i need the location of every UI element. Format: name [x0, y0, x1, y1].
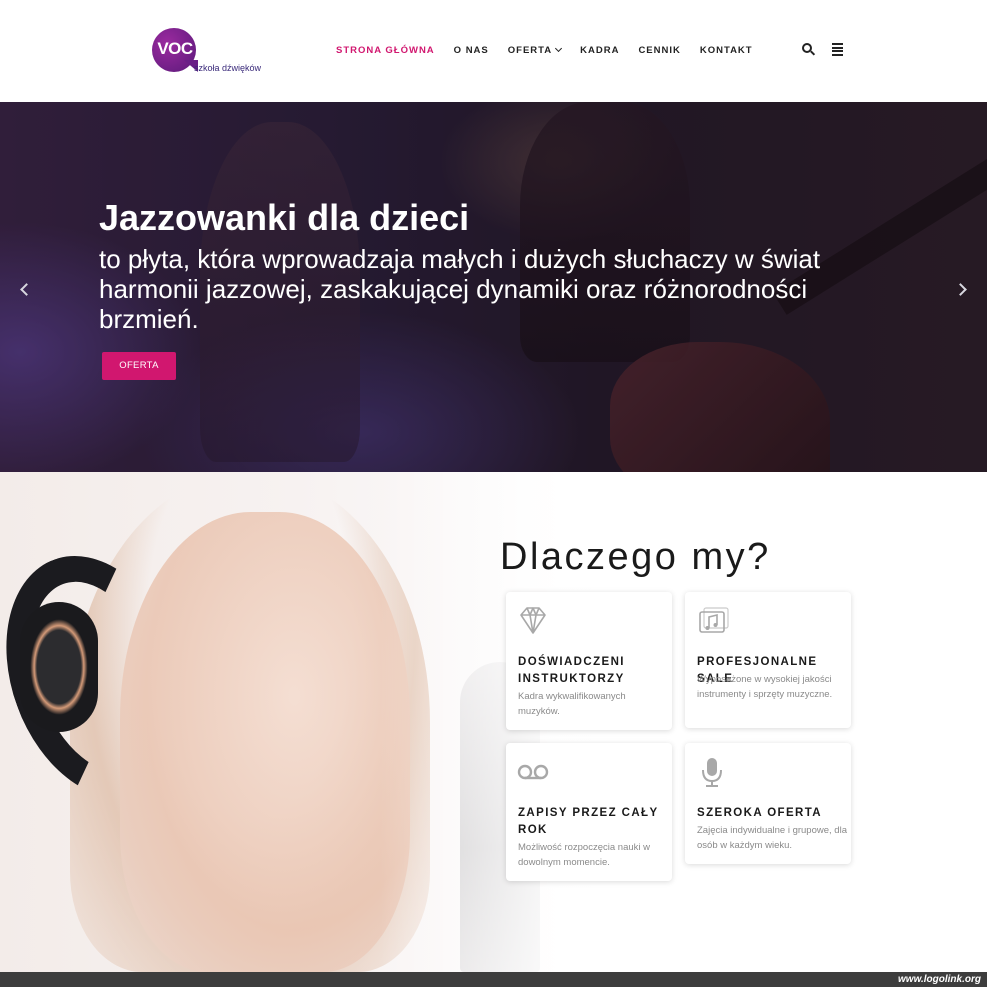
watermark: www.logolink.org — [898, 974, 981, 985]
music-library-icon — [699, 607, 729, 633]
hero-offer-button[interactable]: OFERTA — [102, 352, 176, 380]
headphones-earcup — [20, 602, 98, 732]
card-title: SZEROKA OFERTA — [697, 807, 823, 819]
menu-icon[interactable] — [832, 43, 846, 57]
hero-slider: Jazzowanki dla dzieci to płyta, która wp… — [0, 102, 987, 472]
nav-item-pricing[interactable]: CENNIK — [638, 45, 680, 56]
search-icon[interactable] — [802, 43, 816, 57]
card-text: Zajęcia indywidualne i grupowe, dla osób… — [697, 825, 847, 851]
feature-card-enrollment: ZAPISY PRZEZ CAŁY ROK Możliwość rozpoczę… — [506, 743, 672, 881]
nav-item-offer[interactable]: OFERTA — [507, 44, 563, 56]
why-us-section: Dlaczego my? DOŚWIADCZENI INSTRUKTORZY K… — [0, 472, 987, 972]
card-title: DOŚWIADCZENI INSTRUKTORZY — [518, 656, 625, 685]
logo-mark: VOC — [157, 39, 193, 58]
feature-card-rooms: PROFESJONALNE SALE Wyposażone w wysokiej… — [685, 592, 851, 728]
card-text: Kadra wykwalifikowanych muzyków. — [518, 691, 626, 717]
main-nav: STRONA GŁÓWNA O NAS OFERTA KADRA CENNIK … — [336, 44, 772, 56]
logo[interactable]: VOC szkoła dźwięków — [150, 26, 270, 76]
logo-tagline: szkoła dźwięków — [194, 63, 262, 73]
feature-card-offer: SZEROKA OFERTA Zajęcia indywidualne i gr… — [685, 743, 851, 864]
nav-item-staff[interactable]: KADRA — [580, 45, 619, 56]
voicemail-icon — [517, 764, 549, 780]
hero-description: to płyta, która wprowadzaja małych i duż… — [99, 244, 821, 334]
nav-item-offer-label: OFERTA — [507, 45, 553, 56]
card-text: Wyposażone w wysokiej jakości instrument… — [697, 674, 833, 700]
nav-item-contact[interactable]: KONTAKT — [700, 45, 753, 56]
section-title: Dlaczego my? — [500, 536, 771, 578]
diamond-icon — [520, 607, 546, 634]
feature-card-instructors: DOŚWIADCZENI INSTRUKTORZY Kadra wykwalif… — [506, 592, 672, 730]
microphone-icon — [702, 758, 722, 787]
footer-bar: www.logolink.org — [0, 972, 987, 987]
card-title: ZAPISY PRZEZ CAŁY ROK — [518, 807, 659, 836]
card-text: Możliwość rozpoczęcia nauki w dowolnym m… — [518, 842, 650, 868]
chevron-down-icon — [555, 44, 563, 53]
nav-item-about[interactable]: O NAS — [454, 45, 489, 56]
hero-title: Jazzowanki dla dzieci — [99, 197, 470, 238]
nav-item-home[interactable]: STRONA GŁÓWNA — [336, 45, 435, 56]
site-header: VOC szkoła dźwięków STRONA GŁÓWNA O NAS … — [0, 0, 987, 102]
